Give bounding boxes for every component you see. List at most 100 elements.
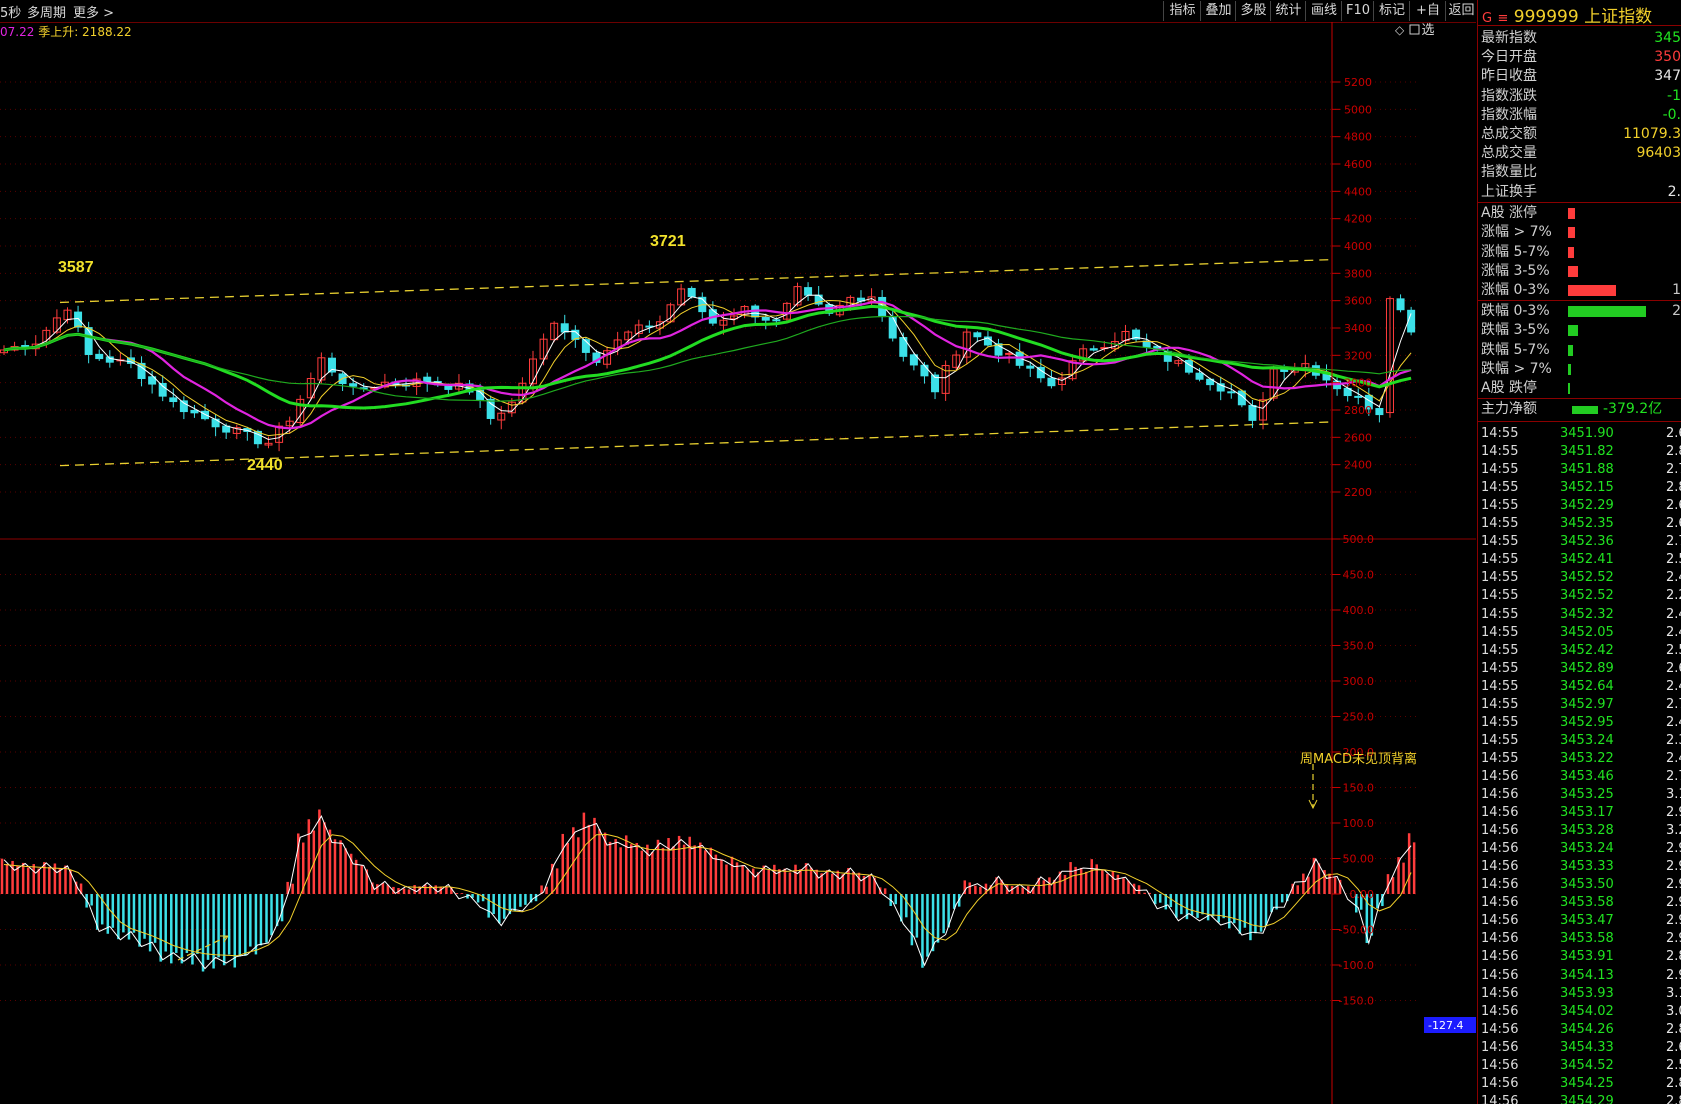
tick-volume: 3.2 (1666, 823, 1681, 839)
stat-row: 上证换手 2. (1481, 183, 1681, 202)
price-tick-label: 4600 (1344, 158, 1372, 171)
tick-price: 3453.47 (1560, 913, 1614, 929)
breadth-row: 跌幅 5-7% (1481, 341, 1681, 360)
tick-row: 14:56 3454.26 2.8 (1478, 1020, 1681, 1039)
candle (169, 397, 178, 403)
macd-tick-label: 0.00 (1350, 888, 1375, 901)
tick-price: 3451.90 (1560, 426, 1614, 441)
tick-time: 14:55 (1481, 498, 1519, 514)
macd-tick-label: 100.0 (1343, 817, 1375, 830)
candle (1142, 340, 1151, 348)
stat-row: 昨日收盘 347 (1481, 67, 1681, 86)
tick-volume: 2.4 (1666, 570, 1681, 586)
tick-price: 3451.88 (1560, 462, 1614, 478)
diamond-icon: ◇ (1395, 23, 1405, 37)
tick-time: 14:56 (1481, 1003, 1519, 1019)
stat-label: 昨日收盘 (1481, 68, 1537, 85)
tick-volume: 2.7 (1666, 696, 1681, 712)
tick-price: 3452.36 (1560, 534, 1614, 550)
candle (560, 323, 569, 333)
candle (486, 398, 495, 419)
breadth-bar (1568, 325, 1578, 337)
tick-row: 14:56 3454.13 2.9 (1478, 966, 1681, 985)
multi-stock-button[interactable]: 多股 (1235, 1, 1271, 21)
tick-volume: 2.9 (1666, 967, 1681, 983)
stat-label: 指数量比 (1481, 164, 1537, 181)
tick-row: 14:55 3452.15 2.8 (1478, 478, 1681, 497)
stock-name: 上证指数 (1584, 7, 1653, 27)
macd-tick-label: -150.0 (1339, 995, 1374, 1008)
tick-price: 3452.89 (1560, 660, 1614, 676)
tick-volume: 3.0 (1666, 1003, 1681, 1019)
stat-row: 最新指数 345 (1481, 29, 1681, 48)
candle (888, 317, 897, 339)
tick-volume: 2.9 (1666, 931, 1681, 947)
tick-time: 14:55 (1481, 516, 1519, 532)
indicator-button[interactable]: 指标 (1163, 1, 1201, 21)
stat-value: 345 (1654, 30, 1681, 46)
tick-price: 3453.50 (1560, 877, 1614, 893)
add-watchlist-button[interactable]: +自选 (1409, 1, 1446, 38)
tick-row: 14:56 3453.58 2.9 (1478, 893, 1681, 912)
tick-price: 3454.33 (1560, 1039, 1614, 1055)
candle (1195, 372, 1204, 380)
back-button[interactable]: 返回 (1445, 1, 1477, 21)
candle (349, 383, 358, 387)
period-5s[interactable]: 5秒 (0, 2, 21, 21)
breadth-bar (1568, 265, 1578, 277)
tick-volume: 2.3 (1666, 732, 1681, 748)
macd-dea-line (3, 833, 1412, 957)
tick-price: 3452.15 (1560, 480, 1614, 496)
draw-line-button[interactable]: 画线 (1305, 1, 1342, 21)
breadth-bar (1568, 208, 1576, 219)
breadth-row: 涨幅 3-5% (1481, 262, 1681, 281)
tick-price: 3453.58 (1560, 931, 1614, 947)
tick-time: 14:56 (1481, 805, 1519, 821)
candle (84, 327, 93, 355)
f10-button[interactable]: F10 (1341, 1, 1374, 21)
price-tick-label: 2600 (1344, 431, 1372, 444)
breadth-row: 涨幅 > 7% (1481, 223, 1681, 242)
tick-row: 14:55 3452.52 2.4 (1478, 568, 1681, 587)
price-tick-label: 3800 (1344, 267, 1372, 280)
tick-volume: 2.8 (1666, 1075, 1681, 1091)
stat-label: 今日开盘 (1481, 49, 1537, 66)
price-tick-label: 2800 (1344, 404, 1372, 417)
tick-volume: 2.9 (1666, 913, 1681, 929)
tick-price: 3453.28 (1560, 823, 1614, 839)
multi-period-button[interactable]: 多周期 (27, 2, 66, 21)
capital-flow-row: 主力净额 -379.2亿 (1481, 400, 1681, 419)
tick-volume: 2.4 (1666, 624, 1681, 640)
tick-row: 14:56 3453.33 2.9 (1478, 857, 1681, 876)
overlay-button[interactable]: 叠加 (1200, 1, 1236, 21)
menu-icon[interactable]: ≡ (1497, 11, 1508, 26)
annotation-low-2440: 2440 (247, 457, 283, 474)
moving-averages (3, 294, 1412, 441)
macd-tick-label: -50.00 (1339, 924, 1374, 937)
tick-volume: 2.9 (1666, 805, 1681, 821)
window-icon (1409, 24, 1420, 35)
tick-time: 14:56 (1481, 1057, 1519, 1073)
stats-button[interactable]: 统计 (1270, 1, 1306, 21)
breadth-label: 涨幅 > 7% (1481, 224, 1552, 241)
tick-price: 3453.25 (1560, 787, 1614, 802)
mark-button[interactable]: 标记 (1373, 1, 1410, 21)
tick-row: 14:56 3454.25 2.8 (1478, 1074, 1681, 1093)
breadth-bar (1568, 285, 1616, 297)
tick-row: 14:55 3452.35 2.6 (1478, 514, 1681, 533)
tick-time: 14:55 (1481, 696, 1519, 712)
tick-volume: 2.8 (1666, 444, 1681, 460)
breadth-row: A股 跌停 (1481, 379, 1681, 398)
more-menu[interactable]: 更多 > (73, 2, 114, 21)
tick-price: 3452.42 (1560, 642, 1614, 658)
tick-time: 14:56 (1481, 1021, 1519, 1037)
tick-time: 14:56 (1481, 895, 1519, 911)
tick-price: 3453.17 (1560, 805, 1614, 821)
tick-price: 3453.58 (1560, 895, 1614, 911)
tick-row: 14:55 3451.82 2.8 (1478, 442, 1681, 461)
candle (158, 382, 167, 397)
stat-label: 最新指数 (1481, 30, 1537, 46)
price-tick-label: 3200 (1344, 349, 1372, 362)
tick-volume: 2.6 (1666, 516, 1681, 532)
candle (1248, 405, 1257, 421)
